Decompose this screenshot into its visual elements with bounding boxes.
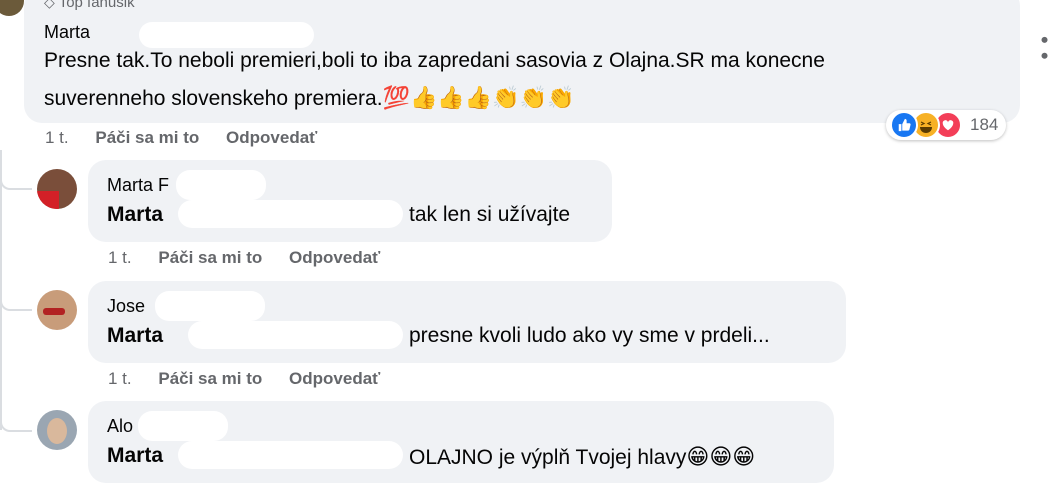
thumbs-up-emoji: 👍 (409, 85, 438, 110)
reply-actions: 1 t. Páči sa mi to Odpovedať (108, 248, 402, 268)
redacted-name (176, 170, 266, 200)
reaction-summary[interactable]: 184 (886, 110, 1007, 140)
reply-author[interactable]: Marta F (107, 175, 169, 196)
grinning-emoji: 😁 (732, 444, 756, 469)
thread-connector (0, 172, 32, 190)
thread-connector (0, 414, 32, 432)
reply-time[interactable]: 1 t. (108, 369, 132, 388)
grinning-emoji: 😁 (709, 444, 733, 469)
reply-mention[interactable]: Marta (107, 324, 163, 348)
top-fan-badge: ◇ Top fanúšik (44, 0, 135, 11)
redacted-name (138, 411, 228, 441)
top-comment-actions: 1 t. Páči sa mi to Odpovedať (45, 128, 339, 148)
reply-button[interactable]: Odpovedať (226, 128, 317, 147)
comment-author[interactable]: Marta (44, 22, 90, 43)
clapping-emoji: 👏 (492, 85, 520, 110)
reply-button[interactable]: Odpovedať (289, 248, 380, 267)
reply-avatar[interactable] (37, 169, 77, 209)
redacted-name (178, 200, 403, 228)
reply-text: presne kvoli ludo ako vy sme v prdeli... (409, 324, 770, 347)
reply-mention[interactable]: Marta (107, 203, 163, 227)
like-button[interactable]: Páči sa mi to (158, 248, 262, 267)
diamond-icon: ◇ (44, 0, 55, 10)
avatar-face (47, 418, 67, 444)
reply-mention[interactable]: Marta (107, 444, 163, 468)
reply-author[interactable]: Jose (107, 296, 145, 317)
top-comment-avatar[interactable] (0, 0, 24, 16)
avatar-badge (37, 191, 59, 209)
reply-text-content: OLAJNO je výplň Tvojej hlavy (409, 446, 687, 469)
hundred-emoji: 💯 (382, 85, 410, 110)
reply-text: tak len si užívajte (409, 203, 571, 226)
reply-author[interactable]: Alo (107, 416, 133, 437)
like-button[interactable]: Páči sa mi to (95, 128, 199, 147)
redacted-name (139, 22, 314, 48)
clapping-emoji: 👏 (519, 85, 547, 110)
reply-actions: 1 t. Páči sa mi to Odpovedať (108, 369, 402, 389)
top-fan-label: Top fanúšik (58, 0, 135, 11)
thumbs-up-emoji: 👍 (437, 85, 465, 110)
thread-connector (0, 293, 32, 311)
like-icon (890, 111, 918, 139)
comment-text-line1: Presne tak.To neboli premieri,boli to ib… (44, 49, 825, 72)
comment-text-line2-text: suverenneho slovenskeho premiera. (44, 87, 383, 110)
redacted-name (178, 441, 403, 469)
grinning-emoji: 😁 (686, 444, 710, 469)
reply-time[interactable]: 1 t. (108, 248, 132, 267)
reply-avatar[interactable] (37, 290, 77, 330)
reply-text: OLAJNO je výplň Tvojej hlavy😁😁😁 (409, 442, 755, 473)
avatar-sunglasses (43, 308, 65, 315)
reaction-count: 184 (970, 115, 999, 134)
thread-line (0, 150, 2, 430)
redacted-name (155, 291, 265, 321)
redacted-name (188, 321, 403, 349)
more-options-icon[interactable]: • • (1032, 36, 1051, 61)
top-comment-bubble: ◇ Top fanúšik Marta Presne tak.To neboli… (24, 0, 1020, 123)
comment-text-line2: suverenneho slovenskeho premiera.💯👍👍👍👏👏👏 (44, 83, 574, 114)
reply-button[interactable]: Odpovedať (289, 369, 380, 388)
reply-avatar[interactable] (37, 410, 77, 450)
like-button[interactable]: Páči sa mi to (158, 369, 262, 388)
thumbs-up-emoji: 👍 (464, 85, 493, 110)
comment-time[interactable]: 1 t. (45, 128, 69, 147)
clapping-emoji: 👏 (546, 85, 575, 110)
